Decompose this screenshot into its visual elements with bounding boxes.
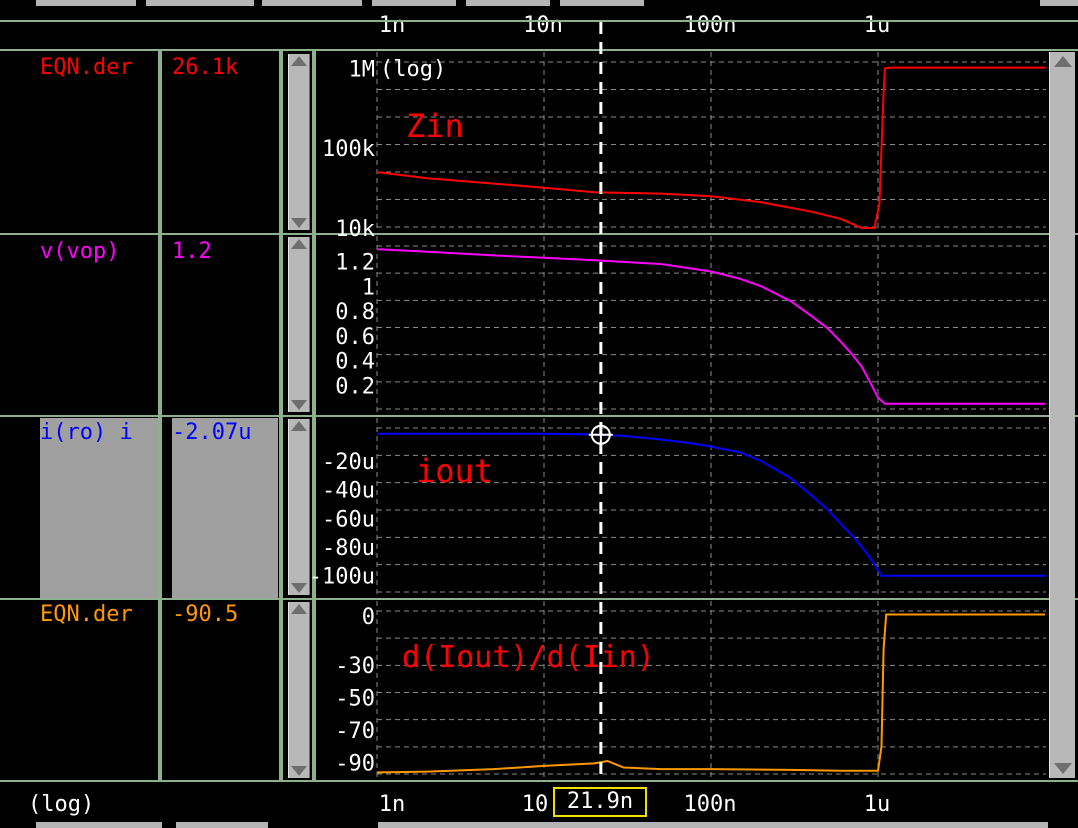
x-tick-label: 10 [521,792,549,817]
y-tick-label: -60u [322,507,375,532]
y-scale-label: (log) [380,57,446,82]
y-tick-label: -90 [335,752,375,777]
y-tick-label: -100u [309,565,375,590]
waveform-viewer: 1n 10n 100n 1u EQN.der 26.1k v(vop) 1.2 … [0,0,1078,828]
toolbar-button[interactable] [378,822,1048,828]
y-tick-label: -80u [322,536,375,561]
annotation-label: d(Iout)/d(Iin) [402,640,655,675]
y-tick-label: 0.8 [335,300,375,325]
y-tick-label: 100k [322,137,375,162]
plot-area[interactable]: 1M 100k 10k (log) 1.210.80.60.40.2 -20u -40u -6… [0,0,1078,828]
x-tick-label: 100n [683,792,737,817]
y-tick-label: 0.4 [335,350,375,375]
y-tick-label: 0.2 [335,374,375,399]
y-tick-label: -20u [322,450,375,475]
y-tick-label: 1.2 [335,251,375,276]
y-tick-label: 10k [335,217,375,242]
y-tick-label: -70 [335,719,375,744]
y-tick-label: 0.6 [335,325,375,350]
crosshair-icon[interactable] [588,422,613,447]
annotation-label: iout [416,452,493,490]
cursor-x-readout[interactable]: 21.9n [553,787,647,817]
toolbar-button[interactable] [36,822,162,828]
y-tick-label: -40u [322,479,375,504]
y-tick-label: 1 [362,275,375,300]
x-scale-label: (log) [28,792,95,817]
toolbar-button[interactable] [176,822,268,828]
y-tick-label: 1M [349,57,376,82]
x-tick-label: 1u [863,792,891,817]
y-tick-label: -50 [335,687,375,712]
y-tick-label: -30 [335,654,375,679]
x-tick-label: 1n [378,792,406,817]
y-tick-label: 0 [362,605,375,630]
annotation-label: Zin [406,107,464,145]
